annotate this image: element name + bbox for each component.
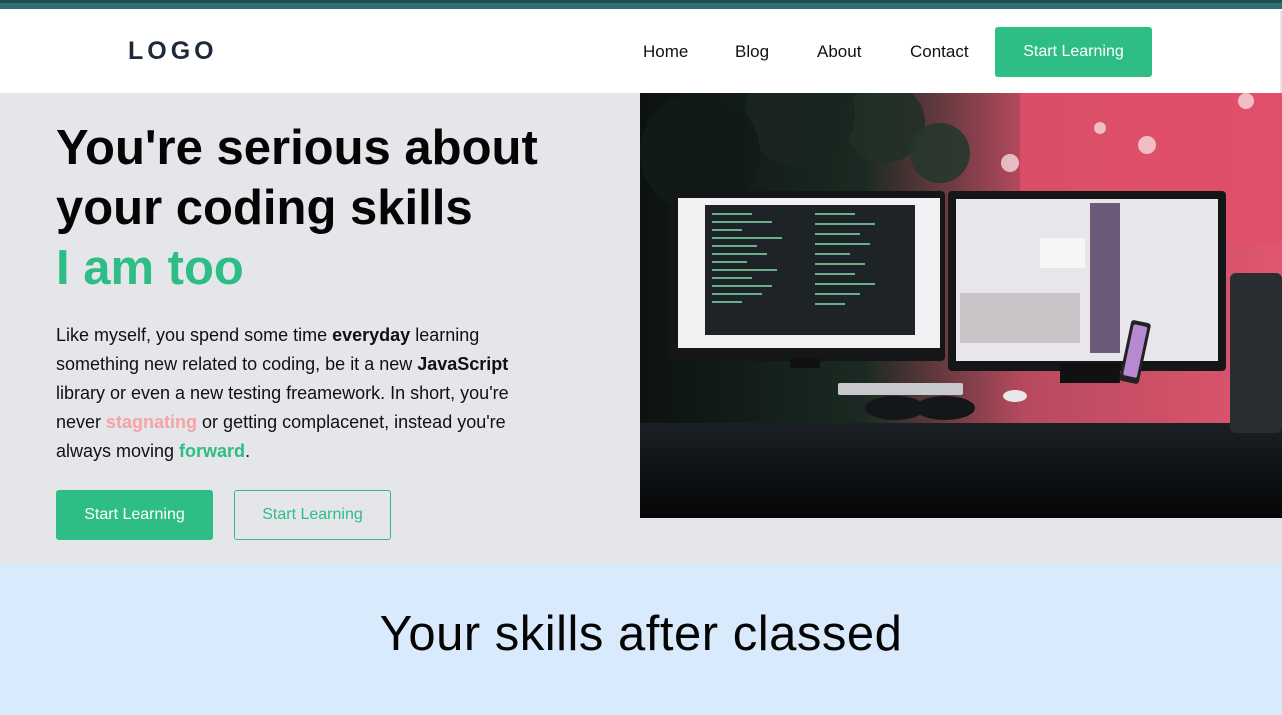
top-accent-bar xyxy=(0,0,1282,11)
para-bold-javascript: JavaScript xyxy=(417,354,509,374)
skills-title: Your skills after classed xyxy=(379,607,903,661)
nav-link-about[interactable]: About xyxy=(817,27,861,77)
para-highlight-stagnating: stagnating xyxy=(106,412,198,432)
para-text-1: Like myself, you spend some time xyxy=(56,325,333,345)
para-text-5: . xyxy=(245,441,251,461)
nav-start-learning-button[interactable]: Start Learning xyxy=(995,27,1152,77)
top-accent-dark xyxy=(0,0,1282,3)
nav-link-blog[interactable]: Blog xyxy=(735,27,769,77)
hero-paragraph: Like myself, you spend some time everyda… xyxy=(56,321,556,466)
hero-image xyxy=(640,93,1282,518)
navbar: LOGO Home Blog About Contact Start Learn… xyxy=(0,11,1282,93)
para-bold-everyday: everyday xyxy=(332,325,411,345)
hero-headline: You're serious about your coding skills xyxy=(56,121,538,235)
hero-start-learning-button[interactable]: Start Learning xyxy=(56,490,213,540)
para-highlight-forward: forward xyxy=(179,441,246,461)
hero-start-learning-outline-button[interactable]: Start Learning xyxy=(234,490,391,540)
desk-setup-photo-icon xyxy=(640,93,1282,518)
hero-section: You're serious about your coding skills … xyxy=(0,93,1282,564)
skills-section: Your skills after classed xyxy=(0,564,1282,715)
nav-link-home[interactable]: Home xyxy=(643,27,688,77)
nav-link-contact[interactable]: Contact xyxy=(910,27,969,77)
hero-headline-accent: I am too xyxy=(56,241,244,295)
